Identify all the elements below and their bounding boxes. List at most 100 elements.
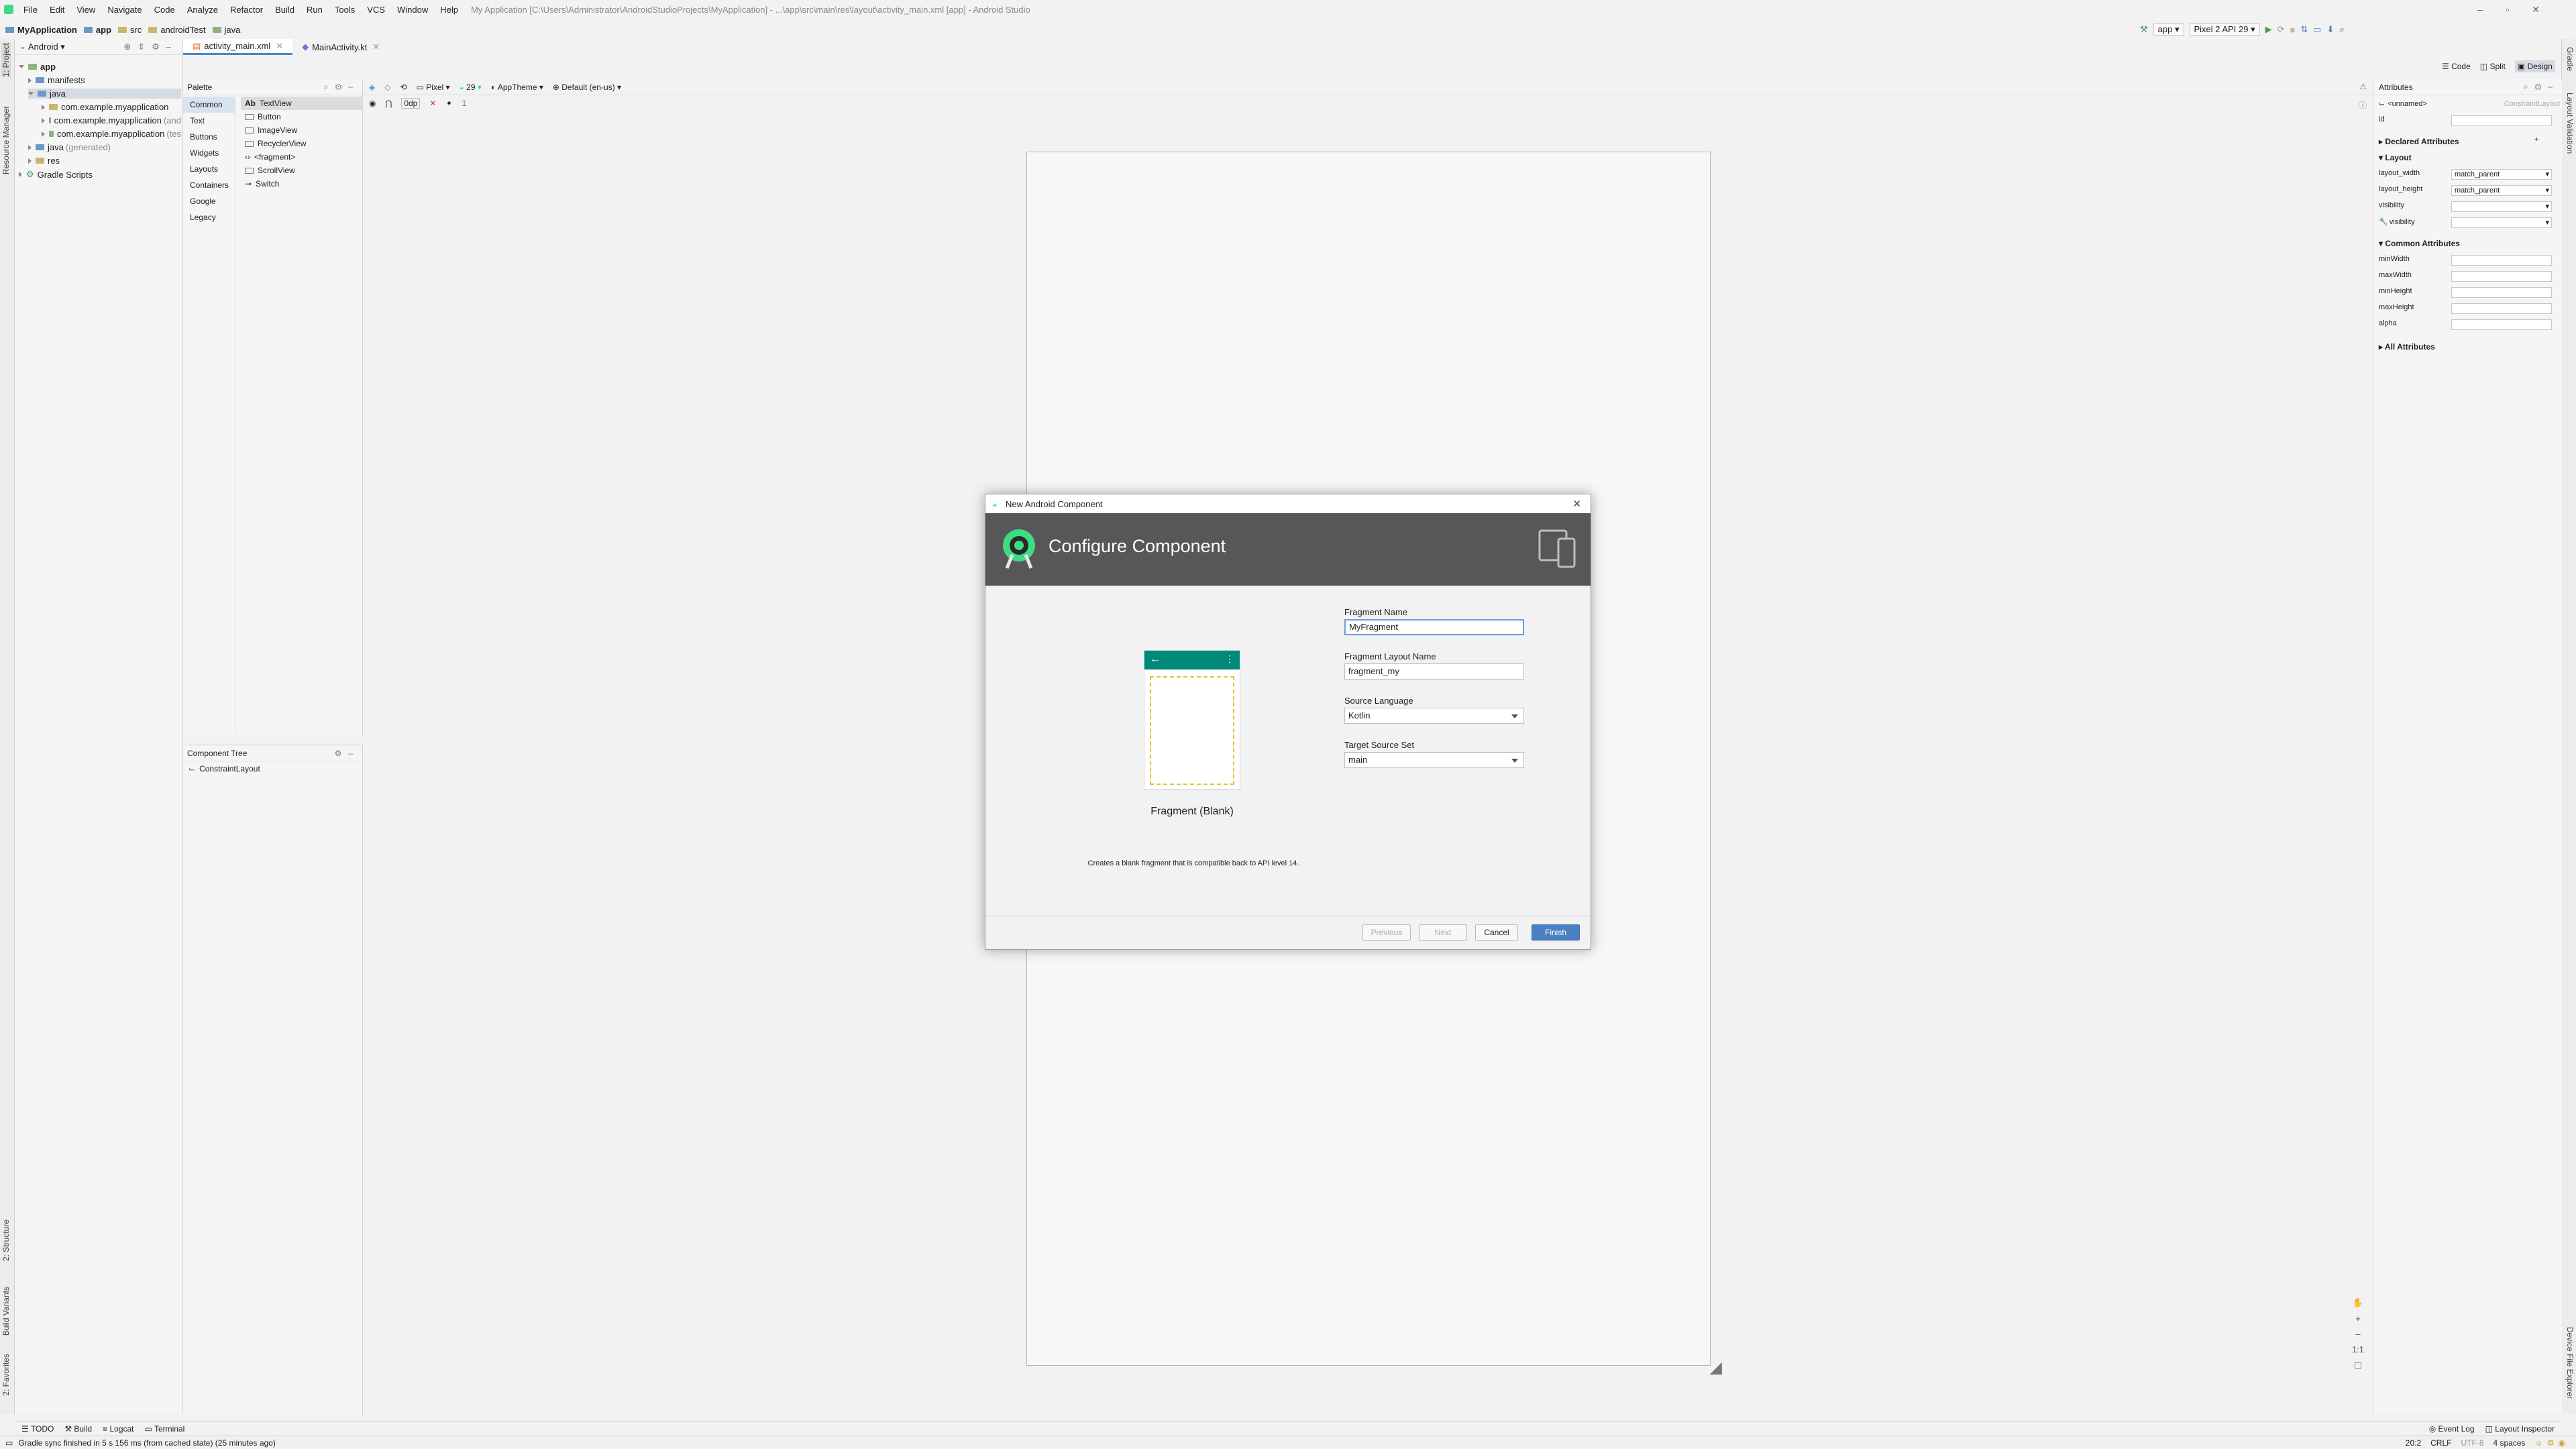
infer-constraints-icon[interactable]: ✦	[445, 99, 452, 108]
menu-refactor[interactable]: Refactor	[224, 5, 269, 15]
pan-icon[interactable]: ✋	[2351, 1297, 2365, 1308]
design-surface-icon[interactable]: ◈	[369, 83, 375, 92]
close-icon[interactable]: ✕	[276, 41, 283, 52]
todo-tool-tab[interactable]: ☰ TODO	[21, 1424, 54, 1434]
maxwidth-field[interactable]	[2451, 271, 2552, 282]
palette-category-google[interactable]: Google	[183, 193, 235, 209]
layout-height-select[interactable]: match_parent ▾	[2451, 185, 2552, 196]
menu-analyze[interactable]: Analyze	[181, 5, 224, 15]
menu-window[interactable]: Window	[391, 5, 434, 15]
target-source-set-select[interactable]: main	[1344, 752, 1524, 768]
add-attribute-icon[interactable]: +	[2534, 136, 2538, 144]
clear-constraints-icon[interactable]: ✕	[429, 99, 436, 108]
palette-category-layouts[interactable]: Layouts	[183, 161, 235, 177]
palette-item-scrollview[interactable]: ScrollView	[241, 164, 363, 177]
line-separator[interactable]: CRLF	[2430, 1438, 2451, 1448]
resize-handle-icon[interactable]: ◢	[1710, 1358, 1722, 1377]
zoom-fit-icon[interactable]: ▢	[2351, 1360, 2365, 1371]
tab-activity-main-xml[interactable]: ▤ activity_main.xml ✕	[183, 39, 293, 55]
search-everywhere-icon[interactable]: ⌕	[2339, 24, 2344, 35]
palette-item-switch[interactable]: ⊸ Switch	[241, 177, 363, 191]
tree-item-res[interactable]: res	[28, 156, 60, 166]
breadcrumb-src[interactable]: src	[117, 25, 142, 35]
event-log-tool-tab[interactable]: ◎ Event Log	[2429, 1424, 2475, 1434]
layout-inspector-tool-tab[interactable]: ◫ Layout Inspector	[2485, 1424, 2555, 1434]
structure-tool-tab[interactable]: 2: Structure	[1, 1220, 11, 1261]
minheight-field[interactable]	[2451, 287, 2552, 298]
menu-build[interactable]: Build	[269, 5, 301, 15]
tree-item-java[interactable]: java	[28, 89, 181, 99]
tree-item-manifests[interactable]: manifests	[28, 75, 85, 85]
file-encoding[interactable]: UTF-8	[2461, 1438, 2483, 1448]
palette-item-button[interactable]: Button	[241, 110, 363, 123]
locale-select[interactable]: ⊕ Default (en-us) ▾	[553, 83, 621, 92]
menu-view[interactable]: View	[70, 5, 101, 15]
stop-icon[interactable]: ■	[2290, 25, 2296, 35]
fragment-name-field[interactable]: MyFragment	[1344, 619, 1524, 635]
palette-category-widgets[interactable]: Widgets	[183, 145, 235, 161]
all-attributes-section[interactable]: ▸ All Attributes	[2379, 342, 2435, 352]
tab-mainactivity-kt[interactable]: ◆ MainActivity.kt ✕	[292, 39, 389, 55]
status-toggle-icon[interactable]: ▭	[5, 1438, 13, 1448]
device-file-explorer-tool-tab[interactable]: Device File Explorer	[2565, 1327, 2575, 1399]
tree-item-java-generated[interactable]: java (generated)	[28, 142, 111, 152]
tree-item-package-test[interactable]: com.example.myapplication (tes	[42, 129, 181, 139]
breadcrumb-app[interactable]: app	[83, 25, 111, 35]
close-icon[interactable]: ✕	[1572, 498, 1581, 510]
breadcrumb-java[interactable]: java	[212, 25, 240, 35]
tree-item-gradle-scripts[interactable]: ⚙ Gradle Scripts	[19, 169, 93, 180]
menu-vcs[interactable]: VCS	[361, 5, 391, 15]
blueprint-icon[interactable]: ◇	[384, 83, 390, 92]
info-icon[interactable]: ⓘ	[2359, 99, 2367, 111]
palette-item-textview[interactable]: Ab TextView	[241, 97, 363, 110]
finish-button[interactable]: Finish	[1532, 924, 1580, 941]
sdk-manager-icon[interactable]: ⬇	[2327, 24, 2334, 35]
api-select[interactable]: ◒ 29 ▾	[460, 83, 482, 92]
device-select[interactable]: Pixel 2 API 29 ▾	[2189, 23, 2260, 36]
project-view-select[interactable]: Android ▾	[28, 42, 65, 52]
menu-help[interactable]: Help	[434, 5, 464, 15]
tree-item-app[interactable]: app	[19, 62, 56, 72]
device-select[interactable]: ▭ Pixel ▾	[417, 83, 450, 92]
zoom-out-icon[interactable]: –	[2351, 1329, 2365, 1339]
menu-edit[interactable]: Edit	[44, 5, 70, 15]
logcat-tool-tab[interactable]: ≡ Logcat	[103, 1424, 133, 1434]
hammer-icon[interactable]: ⚒	[2140, 24, 2148, 35]
palette-category-text[interactable]: Text	[183, 113, 235, 129]
menu-navigate[interactable]: Navigate	[101, 5, 148, 15]
id-field[interactable]	[2451, 115, 2552, 126]
tree-node-constraintlayout[interactable]: ⌙ ConstraintLayout	[183, 761, 362, 776]
zoom-ratio-button[interactable]: 1:1	[2351, 1344, 2365, 1354]
sync-icon[interactable]: ⇅	[2300, 24, 2308, 35]
code-mode-button[interactable]: ☰ Code	[2442, 62, 2471, 71]
source-language-select[interactable]: Kotlin	[1344, 708, 1524, 724]
breadcrumb-project[interactable]: MyApplication	[5, 25, 77, 35]
palette-item-fragment[interactable]: ‹› <fragment>	[241, 150, 363, 164]
terminal-tool-tab[interactable]: ▭ Terminal	[144, 1424, 184, 1434]
previous-button[interactable]: Previous	[1362, 924, 1411, 941]
common-attributes-section[interactable]: ▾ Common Attributes	[2379, 239, 2460, 248]
build-tool-tab[interactable]: ⚒ Build	[64, 1424, 92, 1434]
fragment-layout-name-field[interactable]: fragment_my	[1344, 663, 1524, 680]
menu-tools[interactable]: Tools	[329, 5, 361, 15]
autoconnect-icon[interactable]: ⋂	[385, 99, 392, 108]
palette-category-common[interactable]: Common	[183, 97, 235, 113]
tree-item-package[interactable]: com.example.myapplication	[42, 102, 168, 112]
close-icon[interactable]: ✕	[372, 42, 380, 52]
next-button[interactable]: Next	[1419, 924, 1467, 941]
design-mode-button[interactable]: ▣ Design	[2514, 60, 2555, 72]
palette-category-containers[interactable]: Containers	[183, 177, 235, 193]
zoom-in-icon[interactable]: +	[2351, 1313, 2365, 1324]
project-tool-tab[interactable]: 1: Project	[1, 43, 11, 77]
palette-category-buttons[interactable]: Buttons	[183, 129, 235, 145]
palette-category-legacy[interactable]: Legacy	[183, 209, 235, 225]
warnings-icon[interactable]: ⚠	[2359, 82, 2367, 91]
gradle-tool-tab[interactable]: Gradle	[2565, 47, 2575, 71]
split-mode-button[interactable]: ◫ Split	[2480, 62, 2506, 71]
indent-setting[interactable]: 4 spaces	[2493, 1438, 2525, 1448]
orientation-icon[interactable]: ⟲	[400, 83, 407, 92]
run-config-select[interactable]: app ▾	[2153, 23, 2184, 36]
run-icon[interactable]: ▶	[2265, 24, 2272, 35]
default-margin-select[interactable]: 0dp	[401, 98, 421, 109]
palette-item-recyclerview[interactable]: RecyclerView	[241, 137, 363, 150]
